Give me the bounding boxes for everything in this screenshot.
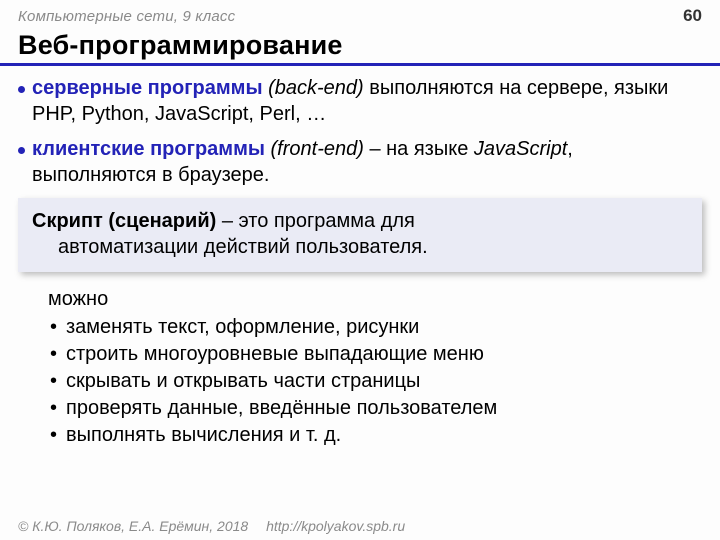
paren-backend: (back-end) <box>268 77 364 99</box>
list-item: заменять текст, оформление, рисунки <box>48 314 702 340</box>
list-item: строить многоуровневые выпадающие меню <box>48 341 702 367</box>
capabilities-list: можно заменять текст, оформление, рисунк… <box>0 280 720 448</box>
text-client-pre: – на языке <box>364 138 474 160</box>
bullet-dot-icon <box>18 86 25 93</box>
list-item: выполнять вычисления и т. д. <box>48 422 702 448</box>
bullet-dot-icon <box>18 147 25 154</box>
course-subject: Компьютерные сети, 9 класс <box>18 8 235 25</box>
footer-url: http://kpolyakov.spb.ru <box>266 518 405 534</box>
slide-title: Веб-программирование <box>0 26 720 66</box>
list-item: проверять данные, введённые пользователе… <box>48 395 702 421</box>
definition-term: Скрипт (сценарий) <box>32 210 216 232</box>
main-content: серверные программы (back-end) выполняют… <box>0 66 720 188</box>
text-client-js: JavaScript <box>474 138 567 160</box>
capabilities-items: заменять текст, оформление, рисунки стро… <box>48 314 702 448</box>
definition-body2: автоматизации действий пользователя. <box>32 234 688 260</box>
term-server: серверные программы <box>32 77 263 99</box>
definition-box: Скрипт (сценарий) – это программа для ав… <box>18 198 702 272</box>
paren-frontend: (front-end) <box>271 138 364 160</box>
bullet-server: серверные программы (back-end) выполняют… <box>18 76 702 127</box>
definition-body1: – это программа для <box>216 210 415 232</box>
slide-header: Компьютерные сети, 9 класс 60 <box>0 0 720 26</box>
page-number: 60 <box>683 6 702 26</box>
capabilities-intro: можно <box>48 286 702 312</box>
slide-footer: © К.Ю. Поляков, Е.А. Ерёмин, 2018 http:/… <box>18 518 405 534</box>
term-client: клиентские программы <box>32 138 265 160</box>
list-item: скрывать и открывать части страницы <box>48 368 702 394</box>
footer-authors: © К.Ю. Поляков, Е.А. Ерёмин, 2018 <box>18 518 248 534</box>
bullet-client: клиентские программы (front-end) – на яз… <box>18 137 702 188</box>
